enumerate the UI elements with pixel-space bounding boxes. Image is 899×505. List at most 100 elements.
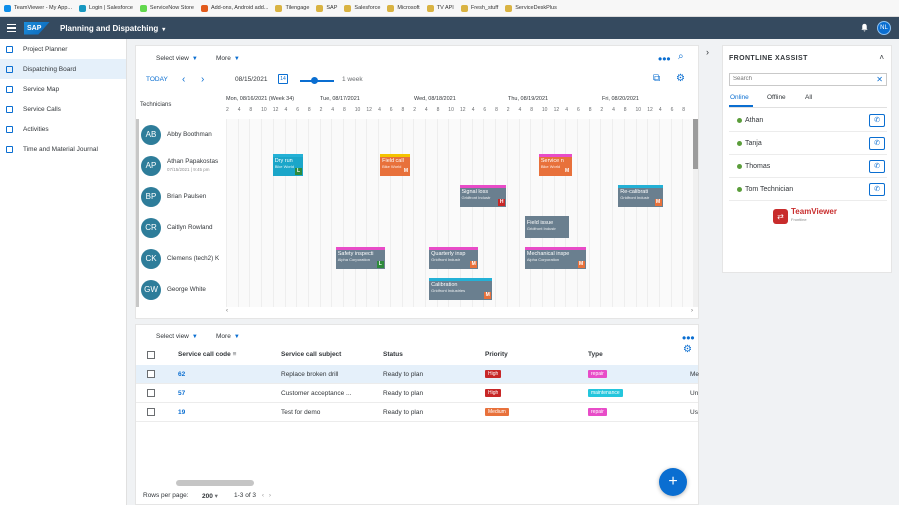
- technician-cell[interactable]: AB Abby Boothman: [136, 119, 226, 150]
- contact-item[interactable]: Athan ✆: [729, 110, 887, 132]
- row-checkbox[interactable]: [147, 370, 155, 378]
- task-block[interactable]: Re-calibrati Gridfront Industr M: [618, 185, 663, 207]
- bookmark-item[interactable]: Salesforce: [344, 4, 380, 12]
- nav-item-service-map[interactable]: Service Map: [0, 79, 126, 99]
- today-button[interactable]: TODAY: [146, 76, 168, 83]
- chevron-left-icon[interactable]: ‹: [262, 492, 264, 499]
- bookmark-item[interactable]: ServiceDeskPlus: [505, 4, 557, 12]
- contact-item[interactable]: Thomas ✆: [729, 156, 887, 178]
- screen-icon[interactable]: ⧉: [653, 73, 660, 84]
- task-block[interactable]: Calibration Gridfront Industries M: [429, 278, 493, 300]
- chevron-right-icon[interactable]: ›: [691, 308, 693, 314]
- date-field[interactable]: 08/15/2021: [235, 76, 268, 83]
- technician-cell[interactable]: BP Brian Paulsen: [136, 181, 226, 212]
- truncated-cell: Me: [690, 371, 700, 378]
- vertical-scrollbar[interactable]: [693, 119, 698, 307]
- column-header-subject[interactable]: Service call subject: [281, 351, 341, 358]
- task-block[interactable]: Field call Bike World M: [380, 154, 411, 176]
- gear-icon[interactable]: ⚙: [676, 73, 685, 84]
- filter-icon[interactable]: ≡: [233, 351, 237, 358]
- task-block[interactable]: Field issue Gridfront Industr: [524, 216, 570, 238]
- schedule-grid[interactable]: [226, 119, 693, 150]
- tab-online[interactable]: Online: [730, 94, 749, 101]
- technician-cell[interactable]: CR Caitlyn Rowland: [136, 212, 226, 243]
- more-dropdown[interactable]: More ▼: [216, 55, 240, 62]
- chevron-left-icon[interactable]: ‹: [226, 308, 228, 314]
- bookmark-item[interactable]: Tilengage: [275, 4, 309, 12]
- overflow-icon[interactable]: •••: [658, 52, 671, 66]
- tab-all[interactable]: All: [805, 94, 812, 101]
- task-block[interactable]: Mechanical inspe Alpha Corporation M: [524, 247, 586, 269]
- column-header-type[interactable]: Type: [588, 351, 603, 358]
- bookmark-item[interactable]: ServiceNow Store: [139, 4, 194, 12]
- chevron-right-icon[interactable]: ›: [201, 74, 204, 85]
- technician-cell[interactable]: [136, 305, 226, 307]
- add-button[interactable]: +: [659, 468, 687, 496]
- nav-item-service-calls[interactable]: Service Calls: [0, 99, 126, 119]
- column-header-code[interactable]: Service call code ≡: [178, 351, 236, 358]
- nav-item-dispatching-board[interactable]: Dispatching Board: [0, 59, 126, 79]
- task-block[interactable]: Signal loss Gridfront Industr H: [459, 185, 507, 207]
- chevron-left-icon[interactable]: ‹: [182, 74, 185, 85]
- select-view-dropdown[interactable]: Select view ▼: [156, 333, 198, 340]
- bell-icon[interactable]: [860, 23, 869, 32]
- chevron-up-icon[interactable]: ˄: [879, 53, 884, 62]
- bookmark-item[interactable]: Login | Salesforce: [78, 4, 133, 12]
- bookmark-item[interactable]: SAP: [316, 4, 337, 12]
- service-call-code-link[interactable]: 62: [178, 371, 185, 378]
- rows-per-page-select[interactable]: 200 ▾: [202, 492, 218, 500]
- technician-cell[interactable]: GW George White: [136, 274, 226, 305]
- call-button[interactable]: ✆: [869, 114, 885, 127]
- contact-item[interactable]: Tanja ✆: [729, 133, 887, 155]
- search-icon[interactable]: ⌕: [678, 51, 684, 62]
- table-row[interactable]: 19 Test for demo Ready to plan Medium repair…: [136, 403, 698, 422]
- app-title[interactable]: Planning and Dispatching ▾: [60, 24, 165, 33]
- call-button[interactable]: ✆: [869, 183, 885, 196]
- task-block[interactable]: Service n Bike World M: [538, 154, 572, 176]
- select-view-dropdown[interactable]: Select view ▼: [156, 55, 198, 62]
- schedule-grid[interactable]: [226, 212, 693, 243]
- nav-item-time-and-material-journal[interactable]: Time and Material Journal: [0, 139, 126, 159]
- table-row[interactable]: 62 Replace broken drill Ready to plan High r…: [136, 365, 700, 384]
- task-block[interactable]: Safety inspecti Alpha Corporation L: [335, 247, 385, 269]
- call-button[interactable]: ✆: [869, 137, 885, 150]
- user-avatar[interactable]: NL: [877, 21, 891, 35]
- zoom-slider-handle[interactable]: [311, 77, 318, 84]
- table-row[interactable]: 57 Customer acceptance ... Ready to plan Hi…: [136, 384, 698, 403]
- schedule-grid[interactable]: [226, 305, 693, 307]
- column-header-priority[interactable]: Priority: [485, 351, 508, 358]
- search-input[interactable]: [733, 76, 873, 82]
- call-button[interactable]: ✆: [869, 160, 885, 173]
- more-dropdown[interactable]: More ▼: [216, 333, 240, 340]
- chevron-right-icon[interactable]: ›: [706, 47, 718, 61]
- horizontal-scrollbar[interactable]: [176, 480, 254, 486]
- row-checkbox[interactable]: [147, 389, 155, 397]
- calendar-icon[interactable]: 14: [278, 74, 288, 84]
- service-call-code-link[interactable]: 57: [178, 390, 185, 397]
- task-block[interactable]: Quarterly insp Gridfront Industr M: [429, 247, 479, 269]
- gear-icon[interactable]: ⚙: [683, 344, 692, 355]
- tab-offline[interactable]: Offline: [767, 94, 786, 101]
- technician-cell[interactable]: CK Clemens (tech2) K: [136, 243, 226, 274]
- contact-item[interactable]: Tom Technician ✆: [729, 179, 887, 201]
- chevron-right-icon[interactable]: ›: [269, 492, 271, 499]
- bookmark-item[interactable]: Fresh_stuff: [460, 4, 498, 12]
- bookmark-item[interactable]: Add-ons, Android add...: [200, 4, 268, 12]
- task-block[interactable]: Dry run Bike World L: [272, 154, 304, 176]
- scrollbar-thumb[interactable]: [693, 119, 698, 169]
- technician-cell[interactable]: AP Athan Papakostas 07/15/2021 | 9:45 pm: [136, 150, 226, 181]
- bookmark-item[interactable]: TeamViewer - My App...: [4, 4, 72, 12]
- select-all-checkbox[interactable]: [147, 351, 155, 359]
- service-call-code-link[interactable]: 19: [178, 409, 185, 416]
- horizontal-scrollbar[interactable]: ‹ ›: [226, 308, 693, 315]
- close-icon[interactable]: ✕: [876, 75, 883, 84]
- search-field[interactable]: ✕: [729, 73, 887, 86]
- overflow-icon[interactable]: •••: [682, 331, 695, 345]
- bookmark-item[interactable]: TV API: [426, 4, 454, 12]
- bookmark-item[interactable]: Microsoft: [387, 4, 420, 12]
- column-header-status[interactable]: Status: [383, 351, 403, 358]
- row-checkbox[interactable]: [147, 408, 155, 416]
- nav-item-project-planner[interactable]: Project Planner: [0, 39, 126, 59]
- nav-item-activities[interactable]: Activities: [0, 119, 126, 139]
- menu-icon[interactable]: [0, 17, 22, 39]
